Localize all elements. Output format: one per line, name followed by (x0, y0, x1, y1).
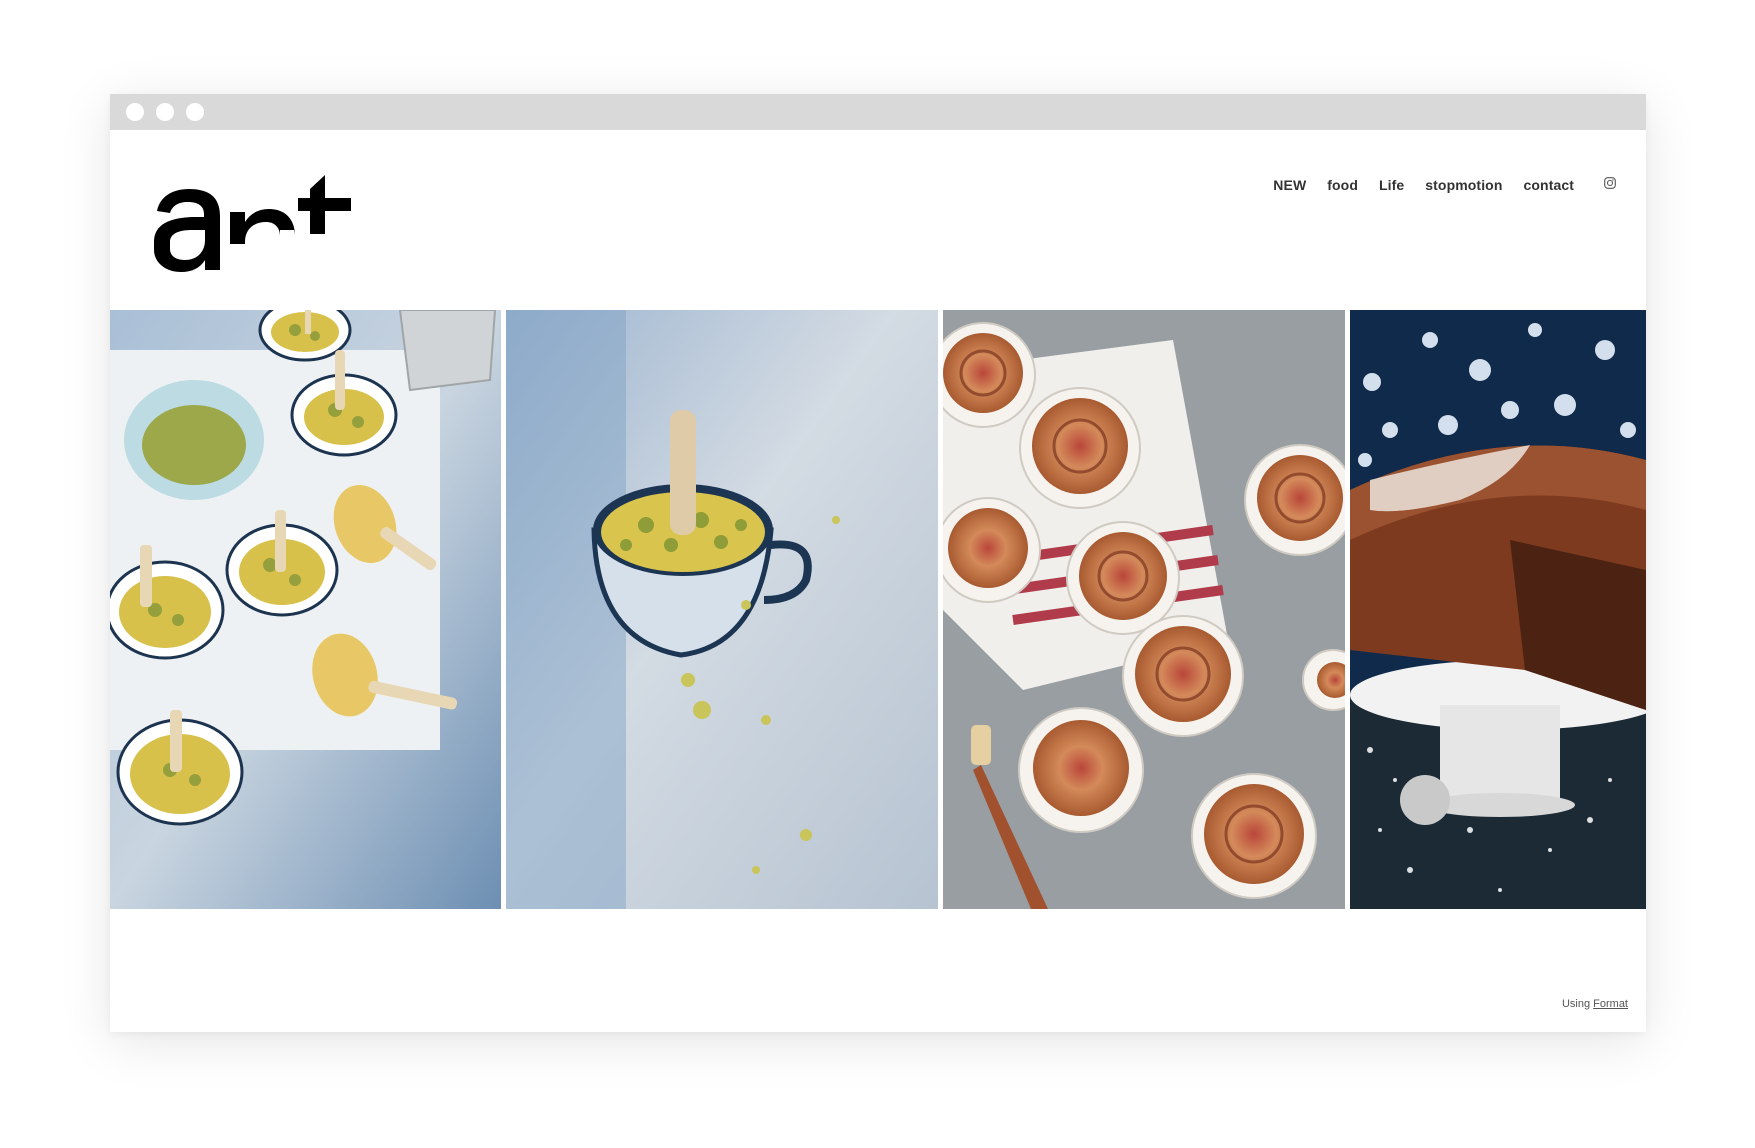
window-zoom-dot[interactable] (186, 103, 204, 121)
photo-chocolate-cake[interactable] (1350, 310, 1646, 909)
photo-pistachio-kulfi-cups[interactable] (110, 310, 501, 909)
photo-cinnamon-buns[interactable] (943, 310, 1345, 909)
window-close-dot[interactable] (126, 103, 144, 121)
nav-item-food[interactable]: food (1327, 177, 1358, 193)
main-nav: NEW food Life stopmotion contact (1273, 177, 1574, 193)
footer-format-link[interactable]: Format (1593, 998, 1628, 1010)
photo-kulfi-mug[interactable] (506, 310, 938, 909)
nav-item-new[interactable]: NEW (1273, 177, 1306, 193)
browser-window: NEW food Life stopmotion contact Using F… (110, 94, 1646, 1032)
instagram-icon[interactable] (1604, 177, 1616, 189)
nav-item-stopmotion[interactable]: stopmotion (1425, 177, 1502, 193)
site-logo[interactable] (148, 172, 354, 274)
footer-prefix: Using (1561, 998, 1591, 1010)
nav-item-life[interactable]: Life (1379, 177, 1404, 193)
site-footer: Using Format (1562, 998, 1628, 1010)
nav-item-contact[interactable]: contact (1524, 177, 1575, 193)
photo-gallery (110, 310, 1646, 909)
window-minimize-dot[interactable] (156, 103, 174, 121)
window-titlebar (110, 94, 1646, 130)
